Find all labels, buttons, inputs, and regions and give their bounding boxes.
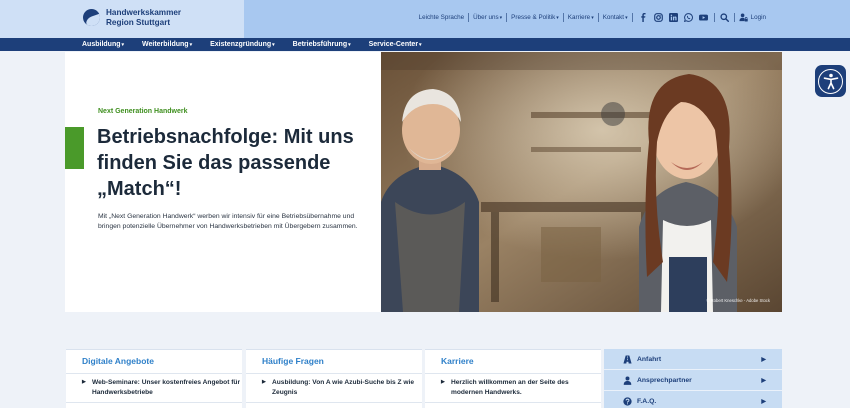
directions-icon	[623, 354, 632, 364]
logo-icon	[83, 9, 100, 26]
quick-link-label: Ansprechpartner	[637, 376, 692, 384]
career-menu[interactable]: Karriere▾	[564, 14, 598, 21]
logo-line-2: Region Stuttgart	[106, 17, 171, 27]
hero-kicker: Next Generation Handwerk	[98, 108, 188, 115]
divider	[631, 12, 633, 22]
chevron-down-icon: ▾	[121, 42, 125, 48]
divider	[246, 402, 422, 403]
nav-item-label: Service-Center	[368, 41, 419, 48]
card-title[interactable]: Digitale Angebote	[82, 356, 154, 366]
main-nav-list: Ausbildung▾ Weiterbildung▾ Existenzgründ…	[82, 38, 440, 51]
quick-link-contact-persons[interactable]: Ansprechpartner ▶	[604, 370, 782, 391]
nav-item-weiterbildung[interactable]: Weiterbildung▾	[142, 41, 192, 48]
nav-item-existenzgruendung[interactable]: Existenzgründung▾	[210, 41, 275, 48]
divider	[597, 12, 599, 22]
login-label: Login	[750, 13, 766, 21]
hero-teaser-text: Mit „Next Generation Handwerk“ werben wi…	[98, 213, 358, 230]
quick-link-faq[interactable]: F.A.Q. ▶	[604, 391, 782, 408]
chevron-down-icon: ▾	[591, 14, 594, 21]
card-list-item[interactable]: Ausbildung: Von A wie Azubi-Suche bis Z …	[262, 378, 422, 397]
chevron-down-icon: ▾	[348, 42, 351, 48]
accent-bar	[65, 127, 84, 169]
logo-text: Handwerkskammer Region Stuttgart	[106, 8, 181, 27]
chevron-down-icon: ▾	[189, 42, 193, 48]
chevron-down-icon: ▾	[556, 14, 559, 21]
chevron-down-icon: ▾	[272, 42, 275, 48]
press-menu[interactable]: Presse & Politik▾	[507, 14, 563, 21]
instagram-icon[interactable]	[653, 12, 663, 22]
divider	[246, 373, 422, 374]
utility-nav: Leichte Sprache Über uns▾ Presse & Polit…	[415, 11, 766, 23]
card-title[interactable]: Karriere	[441, 356, 474, 366]
linkedin-icon[interactable]	[668, 12, 678, 22]
accessibility-button[interactable]	[815, 65, 846, 97]
easy-language-link[interactable]: Leichte Sprache	[415, 14, 469, 21]
about-menu-label: Über uns	[473, 13, 499, 21]
card-digital-offers: Digitale Angebote Web-Seminare: Unser ko…	[66, 349, 242, 408]
person-icon	[623, 376, 632, 385]
divider	[506, 12, 508, 22]
hero-headline[interactable]: Betriebsnachfolge: Mit uns finden Sie da…	[97, 124, 367, 202]
accessibility-icon	[818, 68, 843, 94]
main-navigation: Ausbildung▾ Weiterbildung▾ Existenzgründ…	[0, 38, 850, 51]
hero-teaser[interactable]: Next Generation Handwerk Betriebsnachfol…	[65, 52, 782, 312]
hero-text-panel: Next Generation Handwerk Betriebsnachfol…	[65, 52, 381, 312]
question-icon	[623, 396, 632, 406]
nav-item-service-center[interactable]: Service-Center▾	[369, 41, 422, 48]
divider	[66, 402, 242, 403]
whatsapp-icon[interactable]	[683, 12, 693, 22]
nav-item-ausbildung[interactable]: Ausbildung▾	[82, 41, 124, 48]
user-lock-icon	[739, 13, 748, 22]
nav-item-label: Betriebsführung	[292, 41, 348, 48]
quick-link-label: Anfahrt	[637, 355, 662, 363]
nav-item-betriebsfuehrung[interactable]: Betriebsführung▾	[293, 41, 351, 48]
chevron-down-icon: ▾	[419, 42, 422, 48]
photo-credit: © Robert Kneschke - Adobe Stock	[706, 298, 770, 303]
nav-item-label: Ausbildung	[82, 41, 121, 48]
arrow-right-icon: ▶	[761, 356, 766, 363]
divider	[425, 373, 601, 374]
logo-area[interactable]: Handwerkskammer Region Stuttgart	[0, 0, 244, 38]
facebook-icon[interactable]	[639, 12, 648, 22]
card-faq: Häufige Fragen Ausbildung: Von A wie Azu…	[246, 349, 422, 408]
card-list-item[interactable]: Herzlich willkommen an der Seite des mod…	[441, 378, 601, 397]
chevron-down-icon: ▾	[499, 14, 503, 21]
quick-link-label: F.A.Q.	[637, 397, 657, 405]
login-link[interactable]: Login	[735, 13, 766, 22]
nav-item-label: Existenzgründung	[210, 41, 272, 48]
quick-links: Anfahrt ▶ Ansprechpartner ▶ F.A.Q. ▶	[604, 349, 782, 408]
search-icon[interactable]	[719, 12, 729, 22]
press-menu-label: Presse & Politik	[511, 13, 556, 21]
divider	[562, 12, 564, 22]
top-header: Handwerkskammer Region Stuttgart Leichte…	[0, 0, 850, 38]
divider	[468, 12, 470, 22]
arrow-right-icon: ▶	[761, 377, 766, 384]
divider	[733, 12, 735, 22]
hero-image: © Robert Kneschke - Adobe Stock	[381, 52, 782, 312]
contact-menu[interactable]: Kontakt▾	[599, 14, 632, 21]
card-list-item[interactable]: Web-Seminare: Unser kostenfreies Angebot…	[82, 378, 242, 397]
card-title[interactable]: Häufige Fragen	[262, 356, 324, 366]
youtube-icon[interactable]	[698, 13, 708, 22]
nav-item-label: Weiterbildung	[142, 41, 189, 48]
about-menu[interactable]: Über uns▾	[469, 14, 506, 21]
arrow-right-icon: ▶	[761, 398, 766, 405]
divider	[66, 373, 242, 374]
divider	[425, 402, 601, 403]
card-career: Karriere Herzlich willkommen an der Seit…	[425, 349, 601, 408]
workshop-photo	[381, 52, 782, 312]
contact-menu-label: Kontakt	[602, 13, 625, 21]
divider	[713, 12, 715, 22]
quick-link-directions[interactable]: Anfahrt ▶	[604, 349, 782, 370]
social-links	[633, 12, 714, 22]
logo-line-1: Handwerkskammer	[106, 8, 182, 17]
career-menu-label: Karriere	[567, 13, 591, 21]
chevron-down-icon: ▾	[625, 14, 628, 21]
